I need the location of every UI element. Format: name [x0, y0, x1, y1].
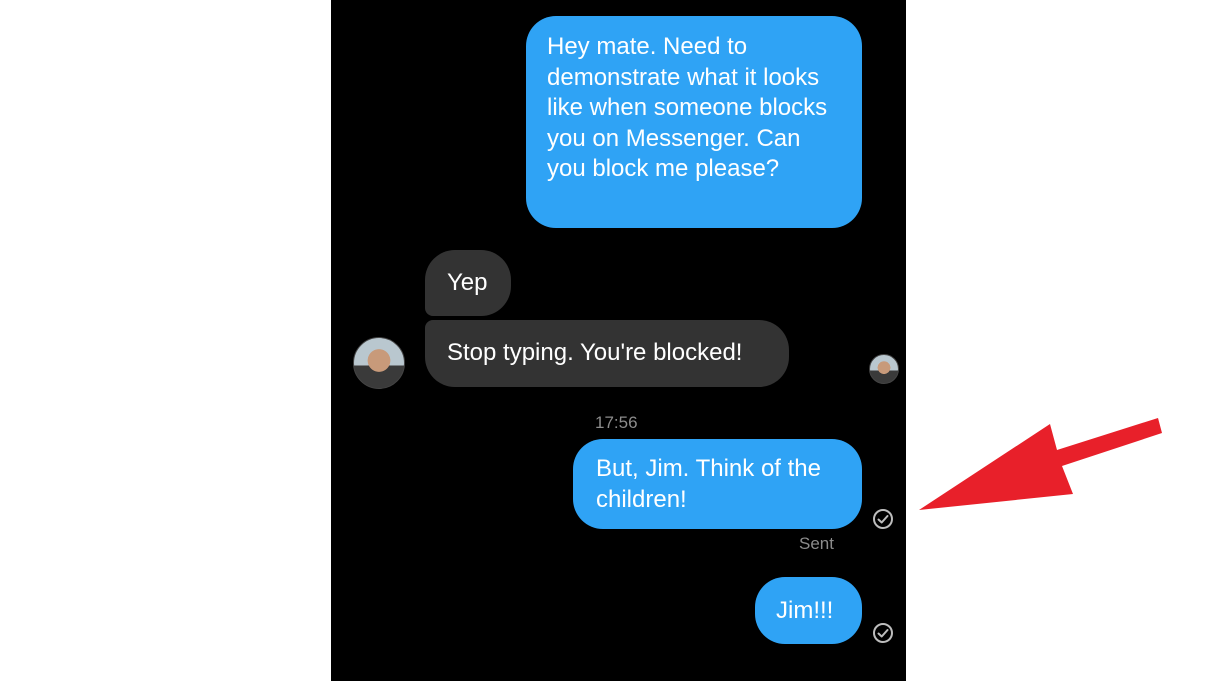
message-timestamp: 17:56 [595, 413, 638, 432]
chat-screen: Hey mate. Need to demonstrate what it lo… [331, 0, 906, 681]
contact-avatar[interactable] [353, 337, 405, 389]
outgoing-message-bubble[interactable]: But, Jim. Think of the children! [573, 439, 862, 529]
outgoing-message-bubble[interactable]: Jim!!! [755, 577, 862, 644]
outgoing-message-bubble[interactable]: Hey mate. Need to demonstrate what it lo… [526, 16, 862, 228]
check-circle-icon [873, 623, 893, 643]
read-receipt-avatar [869, 354, 899, 384]
red-arrow-icon [919, 418, 1162, 510]
incoming-message-bubble[interactable]: Stop typing. You're blocked! [425, 320, 789, 387]
check-circle-icon [873, 509, 893, 529]
delivery-status: Sent [799, 534, 834, 553]
incoming-message-bubble[interactable]: Yep [425, 250, 511, 316]
